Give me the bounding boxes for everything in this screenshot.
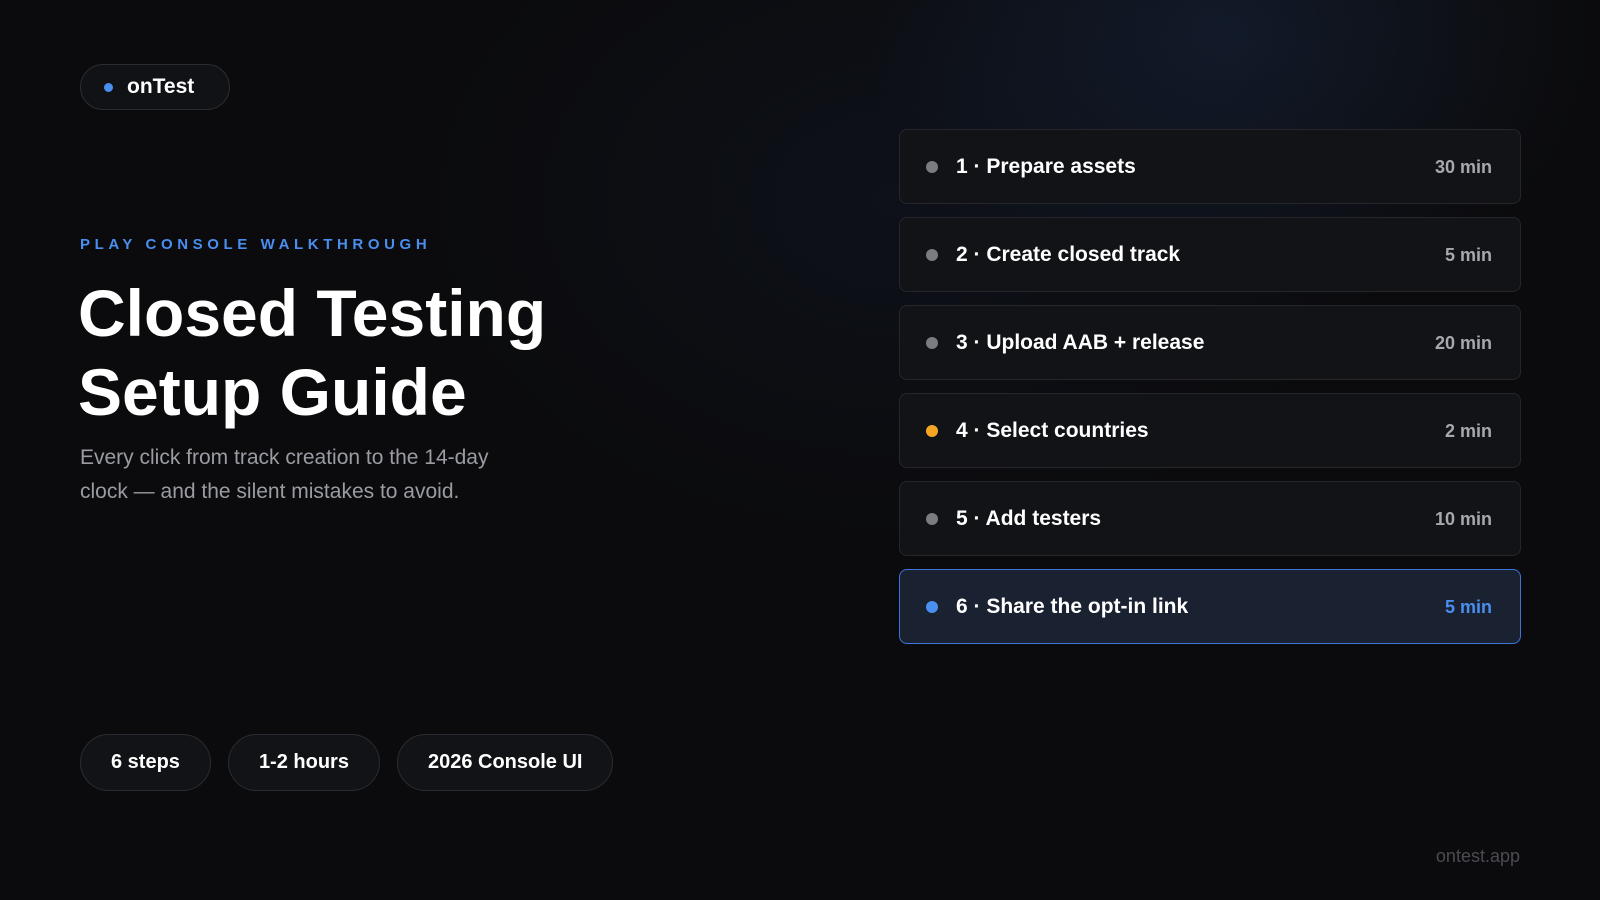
step-item-6[interactable]: 6 · Share the opt-in link 5 min	[899, 569, 1521, 644]
tag-steps-count: 6 steps	[80, 734, 211, 791]
step-item-3[interactable]: 3 · Upload AAB + release 20 min	[899, 305, 1521, 380]
tag-duration: 1-2 hours	[227, 734, 380, 791]
step-label: 4 · Select countries	[956, 419, 1149, 442]
step-status-dot-icon	[926, 337, 938, 349]
page-title-line-2: Setup Guide	[78, 355, 467, 429]
step-duration: 5 min	[1444, 245, 1492, 265]
brand-dot-icon	[104, 82, 113, 92]
steps-list: 1 · Prepare assets 30 min 2 · Create clo…	[899, 129, 1521, 657]
step-label: 1 · Prepare assets	[956, 155, 1136, 178]
step-duration: 20 min	[1434, 333, 1492, 353]
page-subtitle: Every click from track creation to the 1…	[80, 446, 489, 503]
step-duration: 5 min	[1444, 597, 1492, 617]
step-duration: 30 min	[1434, 157, 1492, 177]
summary-tags: 6 steps 1-2 hours 2026 Console UI	[80, 734, 630, 791]
page-title: Closed Testing Setup Guide	[78, 274, 638, 432]
step-label: 2 · Create closed track	[956, 243, 1181, 266]
step-status-dot-icon	[926, 513, 938, 525]
step-item-4[interactable]: 4 · Select countries 2 min	[899, 393, 1521, 468]
step-item-5[interactable]: 5 · Add testers 10 min	[899, 481, 1521, 556]
step-duration: 2 min	[1444, 421, 1492, 441]
footer-url: ontest.app	[1435, 846, 1520, 866]
eyebrow-label: PLAY CONSOLE WALKTHROUGH	[80, 236, 432, 253]
page-title-line-1: Closed Testing	[78, 276, 547, 350]
tag-console-version: 2026 Console UI	[396, 734, 614, 791]
step-label: 3 · Upload AAB + release	[956, 331, 1205, 354]
step-status-dot-icon	[926, 161, 938, 173]
step-status-dot-icon	[926, 425, 938, 437]
step-duration: 10 min	[1434, 509, 1492, 529]
step-status-dot-icon	[926, 601, 938, 613]
step-item-2[interactable]: 2 · Create closed track 5 min	[899, 217, 1521, 292]
brand-name: onTest	[127, 75, 195, 98]
step-item-1[interactable]: 1 · Prepare assets 30 min	[899, 129, 1521, 204]
step-label: 5 · Add testers	[956, 507, 1102, 530]
step-label: 6 · Share the opt-in link	[956, 595, 1189, 618]
brand-badge: onTest	[80, 64, 230, 110]
step-status-dot-icon	[926, 249, 938, 261]
